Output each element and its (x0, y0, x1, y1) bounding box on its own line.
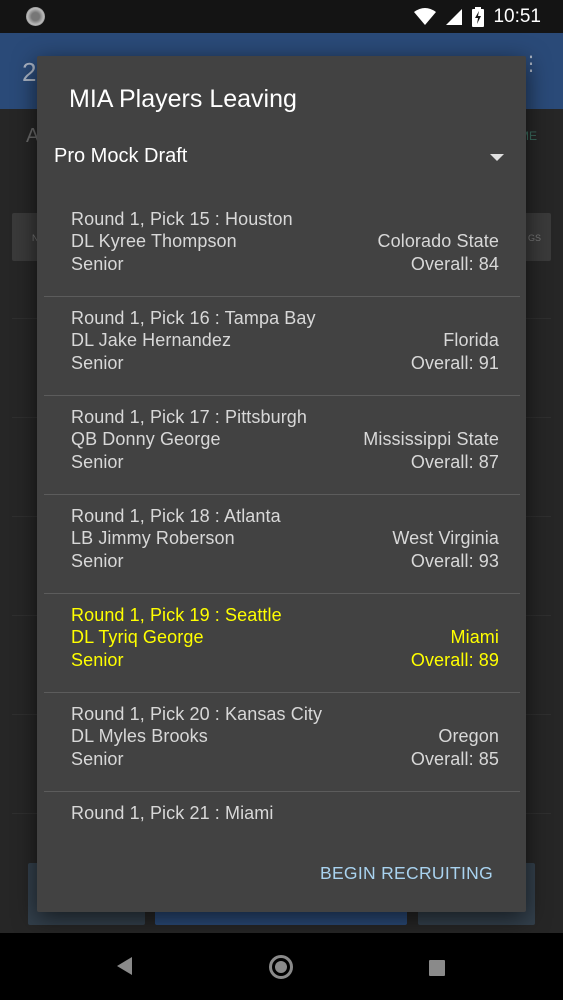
status-bar: 10:51 (0, 0, 563, 33)
list-item: Round 1, Pick 21 : Miami (44, 792, 520, 830)
spinner-selected-value: Pro Mock Draft (54, 145, 188, 167)
list-item: Round 1, Pick 15 : Houston DL Kyree Thom… (44, 198, 520, 297)
player-year: Senior (71, 550, 124, 571)
player-school: Mississippi State (363, 429, 499, 450)
player-year: Senior (71, 352, 124, 373)
player-school: Colorado State (377, 231, 499, 252)
list-item: Round 1, Pick 16 : Tampa Bay DL Jake Her… (44, 297, 520, 396)
pick-label: Round 1, Pick 19 : Seattle (71, 605, 282, 625)
player-school: Florida (443, 330, 499, 351)
player-school: Oregon (438, 726, 499, 747)
dropdown-arrow-icon (490, 154, 504, 161)
player-name: DL Myles Brooks (71, 726, 208, 747)
cell-signal-icon (446, 8, 463, 25)
players-leaving-dialog: MIA Players Leaving Pro Mock Draft Round… (37, 56, 526, 912)
home-icon[interactable] (269, 955, 293, 979)
player-overall: Overall: 91 (410, 352, 499, 373)
player-overall: Overall: 87 (410, 451, 499, 472)
player-overall: Overall: 89 (410, 649, 499, 670)
player-year: Senior (71, 748, 124, 769)
pick-label: Round 1, Pick 21 : Miami (71, 803, 274, 823)
pick-label: Round 1, Pick 17 : Pittsburgh (71, 407, 308, 427)
player-name: DL Tyriq George (71, 627, 204, 648)
list-item: Round 1, Pick 18 : Atlanta LB Jimmy Robe… (44, 495, 520, 594)
status-icons: 10:51 (414, 0, 541, 33)
background-title: 2 (22, 57, 37, 87)
player-year: Senior (71, 253, 124, 274)
player-school: Miami (450, 627, 499, 648)
background-header-right: GS (527, 233, 541, 243)
player-name: DL Jake Hernandez (71, 330, 232, 351)
draft-picks-list[interactable]: Round 1, Pick 15 : Houston DL Kyree Thom… (44, 198, 520, 830)
begin-recruiting-button[interactable]: BEGIN RECRUITING (320, 863, 493, 884)
dialog-title: MIA Players Leaving (69, 85, 297, 113)
list-item-highlighted: Round 1, Pick 19 : Seattle DL Tyriq Geor… (44, 594, 520, 693)
pick-label: Round 1, Pick 18 : Atlanta (71, 506, 281, 526)
list-item: Round 1, Pick 20 : Kansas City DL Myles … (44, 693, 520, 792)
player-overall: Overall: 85 (410, 748, 499, 769)
pick-label: Round 1, Pick 16 : Tampa Bay (71, 308, 316, 328)
navigation-bar (0, 933, 563, 1000)
player-year: Senior (71, 451, 124, 472)
player-overall: Overall: 84 (410, 253, 499, 274)
pick-label: Round 1, Pick 20 : Kansas City (71, 704, 323, 724)
player-name: QB Donny George (71, 429, 221, 450)
list-item: Round 1, Pick 17 : Pittsburgh QB Donny G… (44, 396, 520, 495)
player-school: West Virginia (392, 528, 499, 549)
player-overall: Overall: 93 (410, 550, 499, 571)
player-name: DL Kyree Thompson (71, 231, 237, 252)
pick-label: Round 1, Pick 15 : Houston (71, 209, 293, 229)
battery-charging-icon (472, 6, 485, 27)
player-year: Senior (71, 649, 124, 670)
back-icon[interactable] (117, 957, 132, 975)
notification-dot-icon (26, 7, 45, 26)
wifi-icon (414, 7, 437, 25)
recent-apps-icon[interactable] (429, 960, 445, 976)
draft-type-spinner[interactable]: Pro Mock Draft (54, 142, 510, 176)
status-time: 10:51 (493, 5, 541, 27)
player-name: LB Jimmy Roberson (71, 528, 235, 549)
